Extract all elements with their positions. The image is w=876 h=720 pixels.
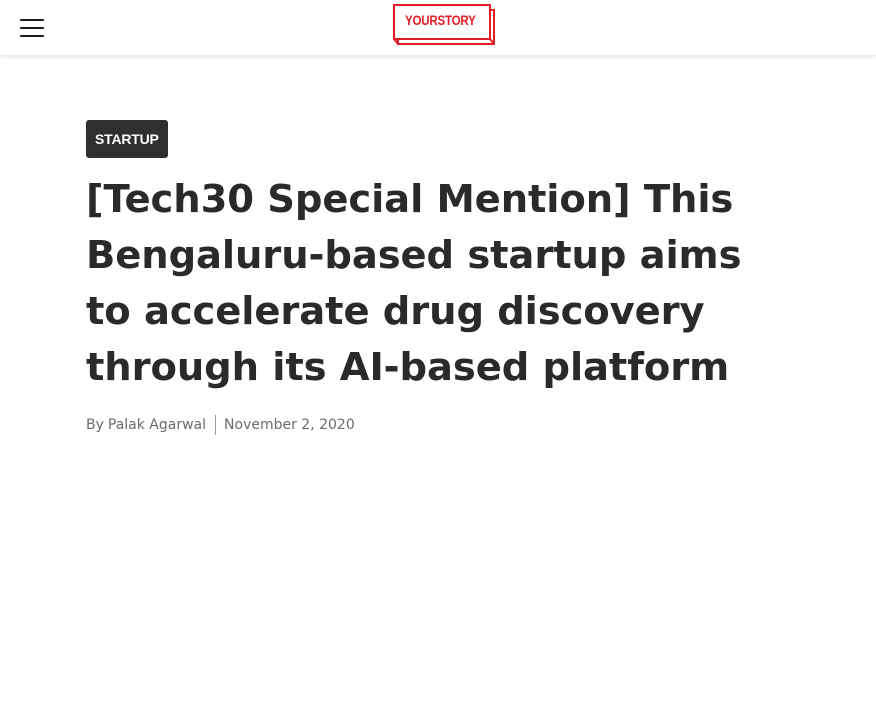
menu-line: [20, 19, 44, 21]
menu-line: [20, 27, 44, 29]
article-title: [Tech30 Special Mention] This Bengaluru-…: [86, 177, 742, 390]
category-tag[interactable]: STARTUP: [86, 120, 168, 158]
hamburger-menu-icon[interactable]: [20, 19, 44, 37]
author-link[interactable]: Palak Agarwal: [108, 417, 206, 433]
publish-date: November 2, 2020: [224, 417, 355, 433]
byline-prefix: By: [86, 417, 104, 433]
top-navigation-bar: YOURSTORY: [0, 0, 876, 56]
yourstory-logo[interactable]: YOURSTORY: [393, 4, 499, 46]
logo-text: YOURSTORY: [405, 13, 476, 28]
byline-divider: [215, 415, 217, 435]
byline: By Palak Agarwal November 2, 2020: [86, 413, 355, 437]
menu-line: [20, 35, 44, 37]
